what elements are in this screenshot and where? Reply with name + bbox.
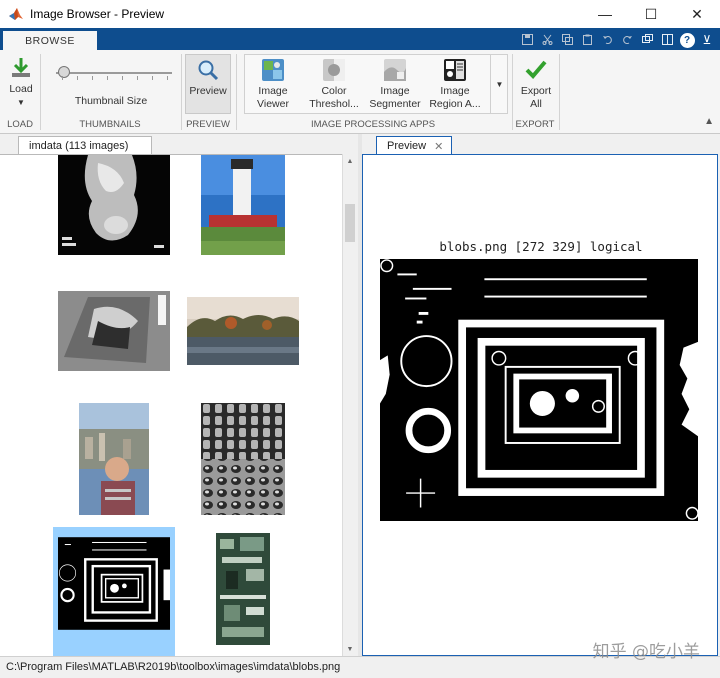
- thumbnail-mri[interactable]: [58, 155, 170, 255]
- load-arrow-icon: [12, 58, 30, 77]
- thumbnail-river[interactable]: [187, 297, 299, 365]
- ribbon-separator: [559, 54, 560, 130]
- group-label-export: EXPORT: [515, 119, 555, 130]
- ribbon: Load ▼ LOAD Thumbnail Size THUMBNAILS Pr…: [0, 50, 720, 134]
- slider-ticks: [62, 76, 168, 80]
- load-label: Load: [9, 83, 33, 95]
- app-label-line1: Image: [258, 85, 288, 97]
- undo-icon[interactable]: [598, 31, 616, 48]
- checkmark-icon: [525, 60, 547, 79]
- scrollbar-thumb[interactable]: [345, 204, 355, 242]
- preview-area: blobs.png [272 329] logical: [362, 154, 718, 656]
- group-label-apps: IMAGE PROCESSING APPS: [310, 119, 436, 130]
- thumbnail-size-slider-track[interactable]: [56, 72, 172, 74]
- watermark: 知乎 @吃小羊: [592, 642, 700, 662]
- redo-icon[interactable]: [618, 31, 636, 48]
- app-label-line1: Color: [321, 85, 347, 97]
- load-dropdown-icon[interactable]: ▼: [17, 96, 25, 109]
- preview-pane: Preview ✕ blobs.png [272 329] logical: [362, 134, 720, 656]
- app-image-segmenter[interactable]: Image Segmenter: [366, 58, 424, 111]
- magnifier-icon: [198, 60, 219, 81]
- app-image-region-analyzer[interactable]: Image Region A...: [428, 58, 482, 111]
- help-icon[interactable]: ?: [679, 32, 695, 48]
- preview-label: Preview: [189, 85, 227, 97]
- thumbnail-texture[interactable]: [201, 403, 285, 515]
- thumbnail-grid: [0, 154, 342, 656]
- group-label-load: LOAD: [7, 119, 33, 130]
- image-segmenter-icon: [384, 59, 406, 81]
- thumbnail-size-label: Thumbnail Size: [74, 95, 148, 107]
- thumbnail-lighthouse[interactable]: [201, 155, 285, 255]
- scroll-up-icon[interactable]: ▲: [343, 154, 357, 168]
- tab-imdata[interactable]: imdata (113 images): [18, 136, 152, 155]
- group-label-thumbnails: THUMBNAILS: [79, 119, 141, 130]
- tab-browse[interactable]: BROWSE: [3, 31, 97, 50]
- app-label-line1: Image: [440, 85, 470, 97]
- paste-icon[interactable]: [578, 31, 596, 48]
- status-file-path: C:\Program Files\MATLAB\R2019b\toolbox\i…: [6, 661, 341, 673]
- ribbon-tab-strip: BROWSE ? ⊻: [0, 28, 720, 50]
- quick-access-toolbar: ? ⊻: [518, 31, 716, 48]
- matlab-logo-icon: [9, 8, 23, 20]
- switch-windows-icon[interactable]: [638, 31, 656, 48]
- thumbnail-baby-city[interactable]: [79, 403, 149, 515]
- collapse-ribbon-arrow-icon[interactable]: ▲: [704, 116, 714, 127]
- app-label-line2: Segmenter: [369, 98, 421, 110]
- preview-image-blobs: [380, 259, 698, 521]
- cut-icon[interactable]: [538, 31, 556, 48]
- layout-icon[interactable]: [658, 31, 676, 48]
- window-title: Image Browser - Preview: [30, 7, 165, 21]
- group-label-preview: PREVIEW: [186, 119, 230, 130]
- app-label-line2: Viewer: [257, 98, 289, 110]
- thumbnail-blobs-selected[interactable]: [53, 527, 175, 656]
- export-all-button[interactable]: Export All: [516, 58, 556, 111]
- collapse-ribbon-icon[interactable]: ⊻: [698, 31, 716, 48]
- thumbnail-ultrasound[interactable]: [58, 291, 170, 371]
- image-region-analyzer-icon: [444, 59, 466, 81]
- thumbnail-circuit[interactable]: [216, 533, 270, 645]
- app-label-line2: Region A...: [429, 98, 481, 110]
- app-image-viewer[interactable]: Image Viewer: [248, 58, 298, 111]
- image-viewer-icon: [262, 59, 284, 81]
- maximize-button[interactable]: ☐: [628, 0, 674, 28]
- title-bar: Image Browser - Preview — ☐ ✕: [0, 0, 720, 28]
- close-button[interactable]: ✕: [674, 0, 720, 28]
- close-preview-icon[interactable]: ✕: [434, 140, 443, 153]
- save-icon[interactable]: [518, 31, 536, 48]
- minimize-button[interactable]: —: [582, 0, 628, 28]
- export-label-line1: Export: [520, 85, 552, 97]
- tab-preview-label: Preview: [387, 140, 427, 152]
- color-thresholder-icon: [323, 59, 345, 81]
- scroll-down-icon[interactable]: ▼: [343, 642, 357, 656]
- app-color-thresholder[interactable]: Color Threshol...: [306, 58, 362, 111]
- load-button[interactable]: Load ▼: [6, 56, 36, 109]
- app-label-line2: Threshol...: [309, 98, 359, 110]
- thumbnail-scrollbar[interactable]: ▲ ▼: [342, 154, 356, 656]
- app-label-line1: Image: [380, 85, 410, 97]
- tab-imdata-label: imdata (113 images): [29, 140, 129, 152]
- copy-icon[interactable]: [558, 31, 576, 48]
- image-browser-pane: imdata (113 images) ▲ ▼: [0, 134, 358, 656]
- preview-button-content[interactable]: Preview: [185, 58, 231, 98]
- export-label-line2: All: [530, 98, 542, 110]
- apps-gallery-expand-button[interactable]: ▼: [490, 54, 508, 114]
- preview-caption: blobs.png [272 329] logical: [439, 239, 643, 254]
- tab-preview[interactable]: Preview ✕: [376, 136, 452, 155]
